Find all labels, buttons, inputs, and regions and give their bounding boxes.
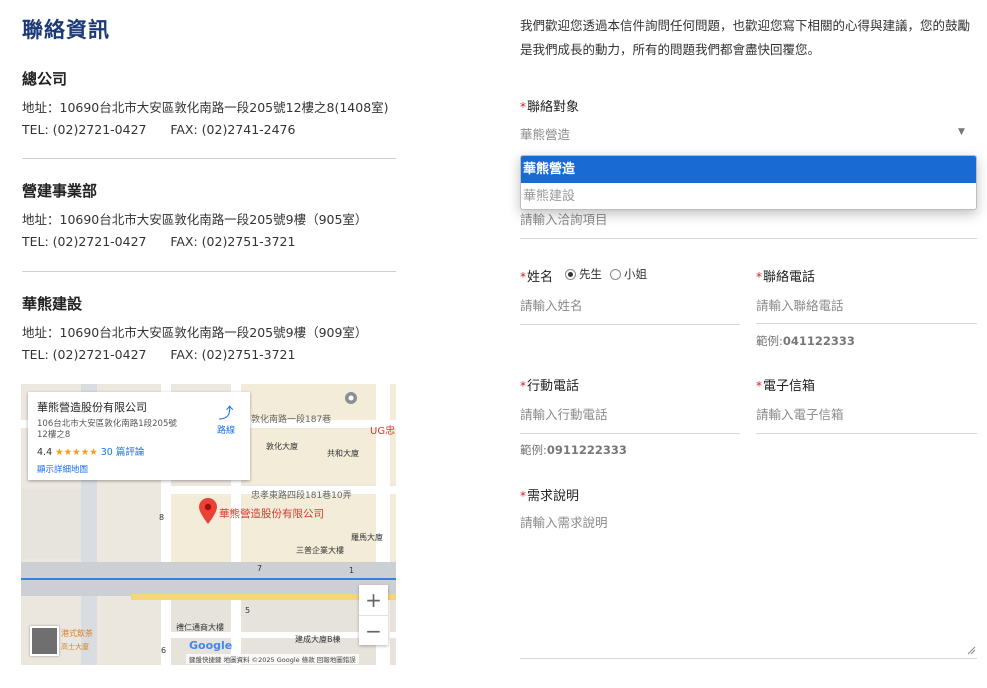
directions-label: 路線 xyxy=(216,426,235,436)
map-number-label: 5 xyxy=(245,606,251,615)
map-pin-label: 華熊營造股份有限公司 xyxy=(219,508,324,520)
map-number-label: 7 xyxy=(257,564,263,573)
title-radio-group: 先生 小姐 xyxy=(565,266,655,282)
map-poi-label: 高士大廈 xyxy=(61,643,89,651)
phone-label: *聯絡電話 xyxy=(756,270,816,285)
mobile-input[interactable]: 請輸入行動電話 xyxy=(520,404,608,423)
phone-input[interactable]: 請輸入聯絡電話 xyxy=(756,295,844,314)
map-building-label: 建成大廈B棟 xyxy=(295,635,341,644)
chevron-down-icon[interactable]: ▼ xyxy=(958,127,965,137)
google-logo: Google xyxy=(189,639,233,652)
map-satellite-thumbnail[interactable] xyxy=(30,626,59,656)
divider xyxy=(22,271,396,272)
map-building-label: 三普企業大樓 xyxy=(296,546,344,555)
map-building-label: 禮仁通商大樓 xyxy=(176,623,224,632)
map-road-label: 敦化南路一段187巷 xyxy=(251,415,332,425)
map-number-label: 8 xyxy=(159,513,165,522)
map-building-label: 羅馬大廈 xyxy=(351,533,383,542)
inquiry-underline xyxy=(520,238,977,239)
phone-underline xyxy=(756,323,977,324)
zoom-in-button[interactable]: + xyxy=(359,585,388,615)
dropdown-option[interactable]: 華熊建設 xyxy=(521,183,976,209)
office-fax: FAX: (02)2751-3721 xyxy=(170,234,296,249)
map-building-label: 共和大廈 xyxy=(327,449,359,458)
office-name: 營建事業部 xyxy=(22,182,98,200)
office-address: 地址：10690台北市大安區敦化南路一段205號9樓（909室） xyxy=(22,325,368,340)
email-label: *電子信箱 xyxy=(756,379,816,394)
inquiry-input[interactable]: 請輸入洽詢項目 xyxy=(520,209,608,228)
form-intro: 我們歡迎您透過本信件詢問任何問題，也歡迎您寫下相關的心得與建議，您的鼓勵是我們成… xyxy=(520,18,971,57)
contact-title: 聯絡資訊 xyxy=(22,18,110,42)
divider xyxy=(22,158,396,159)
office-construction: 營建事業部 地址：10690台北市大安區敦化南路一段205號9樓（905室） T… xyxy=(22,180,396,253)
office-tel: TEL: (02)2721-0427 xyxy=(22,234,147,249)
needs-textarea[interactable]: 請輸入需求說明 xyxy=(520,512,608,531)
map-number-label: 1 xyxy=(349,566,355,575)
phone-hint: 範例:041122333 xyxy=(756,334,855,348)
office-name: 華熊建設 xyxy=(22,295,83,313)
radio-selected-icon xyxy=(565,268,576,280)
dropdown-option[interactable]: 華熊營造 xyxy=(521,156,976,183)
embedded-map[interactable]: 敦化南路一段187巷 敦化大廈 共和大廈 UG忠 忠孝東路四段181巷10弄 8… xyxy=(21,384,396,665)
contact-target-label: *聯絡對象 xyxy=(520,100,580,115)
office-fax: FAX: (02)2751-3721 xyxy=(170,347,296,362)
map-station-label: UG忠 xyxy=(370,426,396,437)
office-name: 總公司 xyxy=(22,70,68,88)
office-development: 華熊建設 地址：10690台北市大安區敦化南路一段205號9樓（909室） TE… xyxy=(22,293,396,366)
radio-mr[interactable]: 先生 xyxy=(565,266,602,282)
office-address: 地址：10690台北市大安區敦化南路一段205號9樓（905室） xyxy=(22,212,368,227)
name-label: *姓名 xyxy=(520,270,554,285)
office-address: 地址：10690台北市大安區敦化南路一段205號12樓之8(1408室) xyxy=(22,100,389,115)
resize-handle-icon[interactable] xyxy=(967,646,976,655)
star-icon: ★★★★★ xyxy=(55,447,98,458)
map-place-name: 華熊營造股份有限公司 xyxy=(37,401,147,414)
rating-value: 4.4 xyxy=(37,447,53,458)
map-place-card: 華熊營造股份有限公司 106台北市大安區敦化南路1段205號12樓之8 4.4 … xyxy=(28,392,250,480)
name-underline xyxy=(520,324,740,325)
office-tel: TEL: (02)2721-0427 xyxy=(22,347,147,362)
radio-ms[interactable]: 小姐 xyxy=(610,266,647,282)
email-input[interactable]: 請輸入電子信箱 xyxy=(756,404,844,423)
directions-button[interactable]: ⤴ 路線 xyxy=(214,402,238,436)
contact-target-dropdown: 華熊營造 華熊建設 xyxy=(520,155,977,210)
map-attribution: 鍵盤快捷鍵 地圖資料 ©2025 Google 條款 回報地圖錯誤 xyxy=(186,654,359,664)
map-poi-label: 港式飲茶 xyxy=(61,629,93,638)
office-tel: TEL: (02)2721-0427 xyxy=(22,122,147,137)
needs-underline xyxy=(520,658,977,659)
radio-icon xyxy=(610,268,621,280)
name-input[interactable]: 請輸入姓名 xyxy=(520,295,583,314)
map-place-address: 106台北市大安區敦化南路1段205號12樓之8 xyxy=(37,419,177,440)
map-place-rating: 4.4 ★★★★★ 30 篇評論 xyxy=(37,444,241,458)
contact-target-select[interactable]: 華熊營造 xyxy=(520,124,570,143)
view-larger-map-link[interactable]: 顯示詳細地圖 xyxy=(37,463,241,475)
mobile-label: *行動電話 xyxy=(520,379,580,394)
mobile-hint: 範例:0911222333 xyxy=(520,443,627,457)
reviews-link[interactable]: 30 篇評論 xyxy=(101,447,145,458)
map-road-label: 忠孝東路四段181巷10弄 xyxy=(251,491,352,501)
office-headquarters: 總公司 地址：10690台北市大安區敦化南路一段205號12樓之8(1408室)… xyxy=(22,68,396,141)
needs-label: *需求說明 xyxy=(520,489,580,504)
directions-icon: ⤴ xyxy=(218,404,234,422)
office-fax: FAX: (02)2741-2476 xyxy=(170,122,296,137)
email-underline xyxy=(756,433,977,434)
map-zoom-controls: + − xyxy=(359,585,388,645)
map-number-label: 6 xyxy=(161,646,167,655)
map-building-label: 敦化大廈 xyxy=(266,442,298,451)
zoom-out-button[interactable]: − xyxy=(359,616,388,646)
mobile-underline xyxy=(520,433,740,434)
